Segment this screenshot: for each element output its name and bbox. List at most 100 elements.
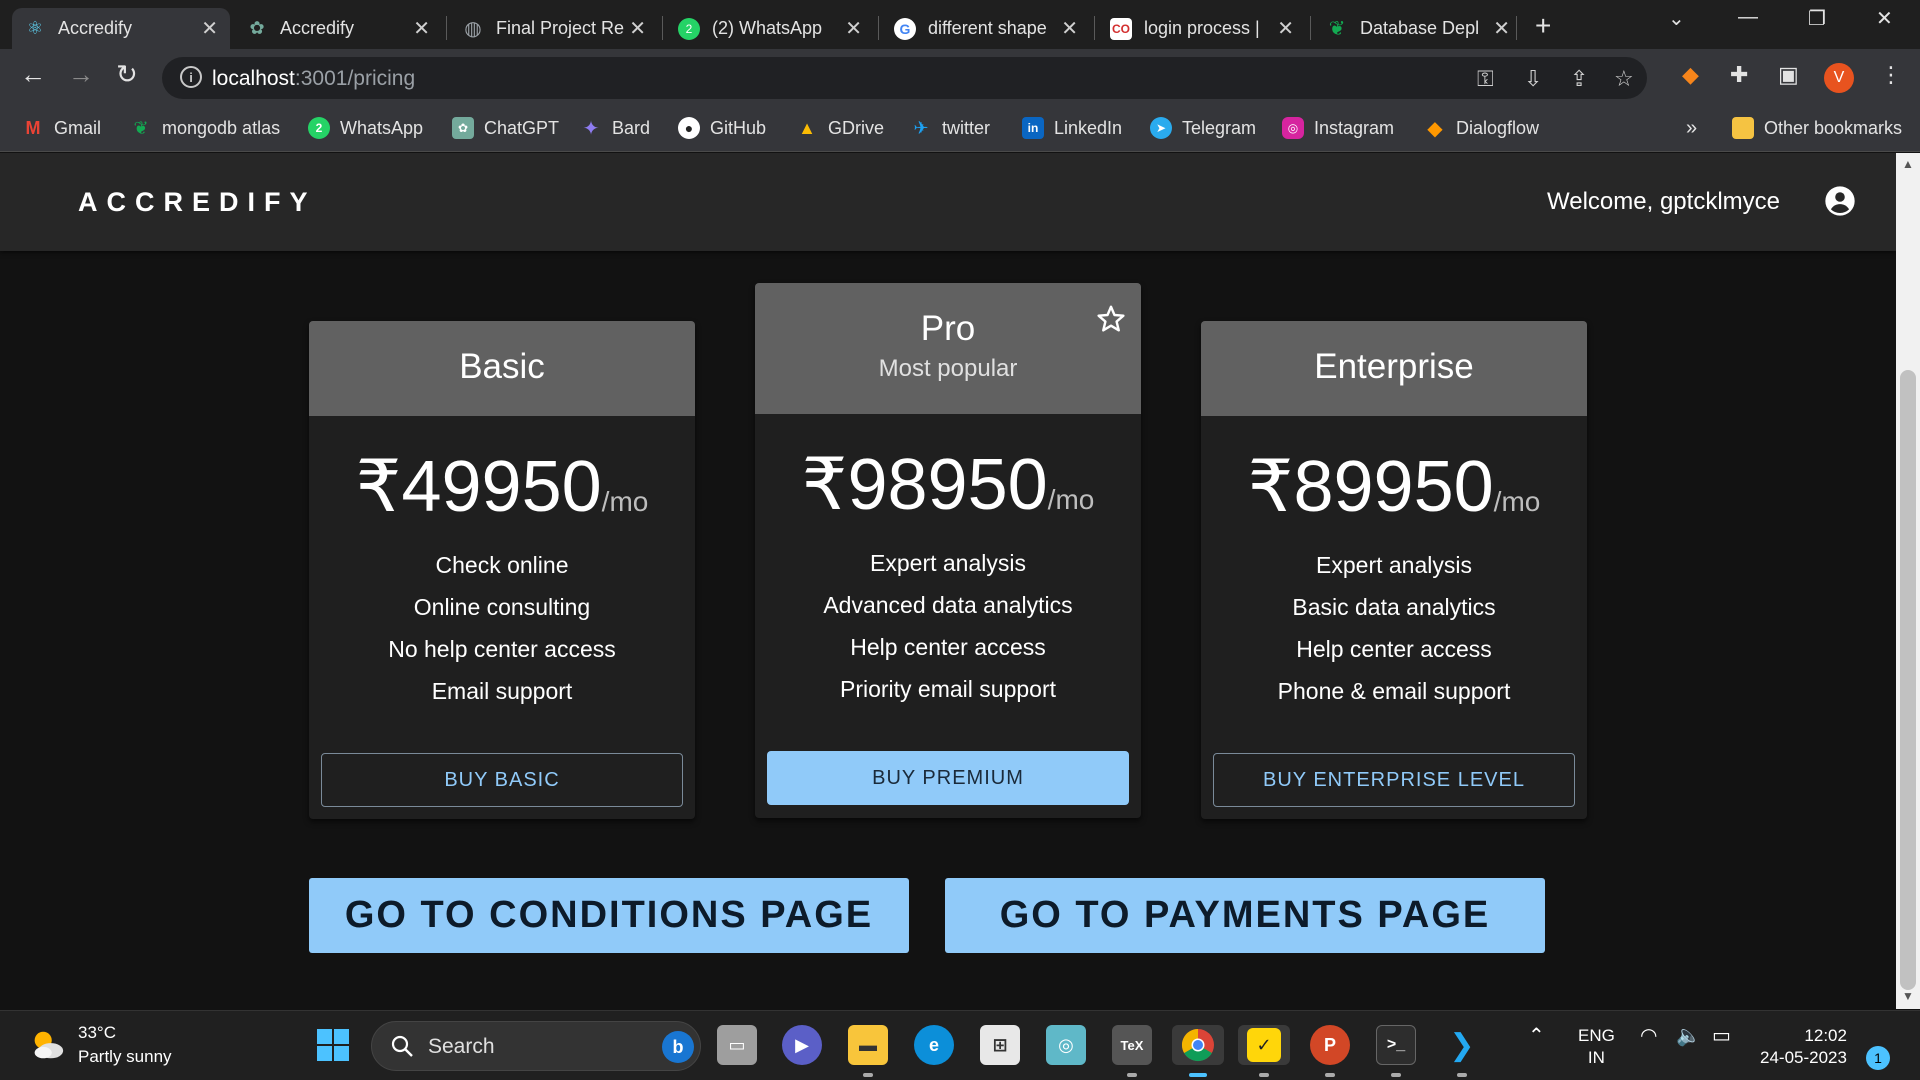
price-period: /mo bbox=[1047, 484, 1095, 515]
taskbar-search[interactable]: Search b bbox=[371, 1021, 701, 1071]
chatgpt-icon: ✿ bbox=[452, 117, 474, 139]
bookmark-gdrive[interactable]: ▲ GDrive bbox=[796, 117, 884, 139]
close-icon[interactable]: ✕ bbox=[1061, 16, 1078, 41]
microsoft-store-icon[interactable]: ⊞ bbox=[980, 1025, 1020, 1065]
page-scrollbar[interactable]: ▲ ▼ bbox=[1896, 153, 1920, 1009]
bookmark-star-icon[interactable]: ☆ bbox=[1614, 66, 1634, 92]
close-icon[interactable]: ✕ bbox=[1277, 16, 1294, 41]
plan-price: ₹98950/mo bbox=[755, 442, 1141, 526]
weather-widget[interactable]: 33°C Partly sunny bbox=[28, 1021, 172, 1069]
powerpoint-icon[interactable]: P bbox=[1310, 1025, 1350, 1065]
scroll-up-arrow-icon[interactable]: ▲ bbox=[1902, 157, 1914, 171]
teams-chat-icon[interactable]: ▶ bbox=[782, 1025, 822, 1065]
bookmark-telegram[interactable]: ➤ Telegram bbox=[1150, 117, 1256, 139]
back-arrow-icon[interactable]: ← bbox=[20, 59, 46, 90]
tab-accredify-active[interactable]: ⚛ Accredify ✕ bbox=[12, 8, 230, 49]
restore-button[interactable]: ❐ bbox=[1808, 6, 1826, 31]
tab-google-search[interactable]: G different shape ✕ bbox=[882, 8, 1090, 49]
texmaker-icon[interactable]: TeX bbox=[1112, 1025, 1152, 1065]
codeforces-icon: CO bbox=[1110, 17, 1132, 40]
feature-list: Check online Online consulting No help c… bbox=[309, 544, 695, 712]
go-to-payments-button[interactable]: GO TO PAYMENTS PAGE bbox=[945, 878, 1545, 953]
go-to-conditions-button[interactable]: GO TO CONDITIONS PAGE bbox=[309, 878, 909, 953]
bookmark-github[interactable]: ● GitHub bbox=[678, 117, 766, 139]
close-icon[interactable]: ✕ bbox=[845, 16, 862, 41]
buy-basic-button[interactable]: BUY BASIC bbox=[321, 753, 683, 807]
extensions-puzzle-icon[interactable]: ✚ bbox=[1730, 62, 1748, 88]
tab-whatsapp[interactable]: 2 (2) WhatsApp ✕ bbox=[666, 8, 874, 49]
tab-final-project[interactable]: ◍ Final Project Re ✕ bbox=[450, 8, 658, 49]
close-icon[interactable]: ✕ bbox=[413, 16, 430, 41]
side-panel-icon[interactable]: ▣ bbox=[1778, 62, 1799, 88]
window-close-button[interactable]: ✕ bbox=[1876, 6, 1893, 31]
running-indicator bbox=[1391, 1073, 1401, 1077]
battery-icon[interactable]: ▭ bbox=[1712, 1025, 1731, 1047]
buy-premium-button[interactable]: BUY PREMIUM bbox=[767, 751, 1129, 805]
bing-icon[interactable]: b bbox=[662, 1031, 694, 1063]
bookmark-twitter[interactable]: ✈ twitter bbox=[910, 117, 990, 139]
notification-badge[interactable]: 1 bbox=[1866, 1046, 1890, 1070]
metamask-extension-icon[interactable]: ◆ bbox=[1682, 62, 1699, 88]
tray-overflow-chevron-icon[interactable]: ⌃ bbox=[1528, 1025, 1545, 1047]
account-circle-icon[interactable] bbox=[1824, 185, 1856, 217]
tab-divider bbox=[446, 16, 447, 40]
address-bar[interactable]: i localhost:3001/pricing ⚿ ⇩ ⇪ ☆ bbox=[162, 57, 1647, 99]
close-icon[interactable]: ✕ bbox=[201, 16, 218, 41]
tab-login-process[interactable]: CO login process | ✕ bbox=[1098, 8, 1306, 49]
other-bookmarks[interactable]: Other bookmarks bbox=[1732, 117, 1902, 139]
bookmarks-bar: M Gmail ❦ mongodb atlas 2 WhatsApp ✿ ChatGPT… bbox=[0, 107, 1920, 152]
bookmark-linkedin[interactable]: in LinkedIn bbox=[1022, 117, 1122, 139]
windows-start-icon[interactable] bbox=[313, 1025, 353, 1065]
language-indicator[interactable]: ENG IN bbox=[1578, 1025, 1615, 1069]
scrollbar-thumb[interactable] bbox=[1900, 370, 1916, 990]
install-app-icon[interactable]: ⇩ bbox=[1524, 66, 1542, 92]
feature-item: Online consulting bbox=[413, 594, 591, 620]
bard-sparkle-icon: ✦ bbox=[582, 117, 600, 140]
bookmark-chatgpt[interactable]: ✿ ChatGPT bbox=[452, 117, 559, 139]
tab-divider bbox=[1094, 16, 1095, 40]
feature-list: Expert analysis Advanced data analytics … bbox=[755, 542, 1141, 710]
site-info-icon[interactable]: i bbox=[180, 66, 202, 88]
tab-title: Database Depl bbox=[1360, 18, 1480, 38]
bookmark-gmail[interactable]: M Gmail bbox=[22, 117, 102, 139]
reload-icon[interactable]: ↻ bbox=[116, 59, 138, 90]
file-explorer-icon[interactable]: ▬ bbox=[848, 1025, 888, 1065]
bookmark-dialogflow[interactable]: ◆ Dialogflow bbox=[1424, 117, 1539, 140]
close-icon[interactable]: ✕ bbox=[629, 16, 646, 41]
close-icon[interactable]: ✕ bbox=[1493, 16, 1510, 41]
wifi-icon[interactable]: ◠ bbox=[1640, 1025, 1657, 1047]
clock[interactable]: 12:02 24-05-2023 bbox=[1760, 1025, 1847, 1069]
folder-icon bbox=[1732, 117, 1754, 139]
bookmark-instagram[interactable]: ◎ Instagram bbox=[1282, 117, 1394, 139]
price-amount: ₹98950 bbox=[801, 445, 1048, 525]
task-view-icon[interactable]: ▭ bbox=[717, 1025, 757, 1065]
scroll-down-arrow-icon[interactable]: ▼ bbox=[1902, 989, 1914, 1003]
menu-kebab-icon[interactable]: ⋮ bbox=[1880, 62, 1902, 88]
key-icon[interactable]: ⚿ bbox=[1477, 66, 1494, 92]
minimize-button[interactable]: — bbox=[1738, 6, 1758, 29]
share-icon[interactable]: ⇪ bbox=[1570, 66, 1588, 92]
bookmark-whatsapp[interactable]: 2 WhatsApp bbox=[308, 117, 423, 139]
terminal-icon[interactable]: >_ bbox=[1376, 1025, 1416, 1065]
chrome-browser-icon[interactable] bbox=[1172, 1025, 1224, 1065]
edge-browser-icon[interactable]: e bbox=[914, 1025, 954, 1065]
brand-logo[interactable]: ACCREDIFY bbox=[78, 187, 317, 218]
plan-title: Basic bbox=[459, 347, 545, 386]
vscode-icon[interactable]: ❯ bbox=[1442, 1025, 1482, 1065]
photos-app-icon[interactable]: ◎ bbox=[1046, 1025, 1086, 1065]
bookmarks-overflow-chevron-icon[interactable]: » bbox=[1686, 117, 1697, 140]
tab-database-deploy[interactable]: ❦ Database Depl ✕ bbox=[1314, 8, 1522, 49]
tab-search-chevron-icon[interactable]: ⌄ bbox=[1668, 6, 1685, 31]
bookmark-bard[interactable]: ✦ Bard bbox=[580, 117, 650, 140]
tasks-app-icon[interactable]: ✓ bbox=[1238, 1025, 1290, 1065]
new-tab-button[interactable]: + bbox=[1535, 10, 1551, 42]
profile-avatar[interactable]: V bbox=[1824, 63, 1854, 93]
address-url[interactable]: localhost:3001/pricing bbox=[212, 67, 415, 91]
volume-muted-icon[interactable]: 🔈 bbox=[1676, 1025, 1701, 1047]
forward-arrow-icon[interactable]: → bbox=[68, 59, 94, 90]
tab-accredify-2[interactable]: ✿ Accredify ✕ bbox=[234, 8, 442, 49]
card-header: Basic bbox=[309, 321, 695, 416]
app-bar: ACCREDIFY Welcome, gptcklmyce bbox=[0, 153, 1896, 251]
buy-enterprise-button[interactable]: BUY ENTERPRISE LEVEL bbox=[1213, 753, 1575, 807]
bookmark-mongodb-atlas[interactable]: ❦ mongodb atlas bbox=[130, 117, 280, 139]
